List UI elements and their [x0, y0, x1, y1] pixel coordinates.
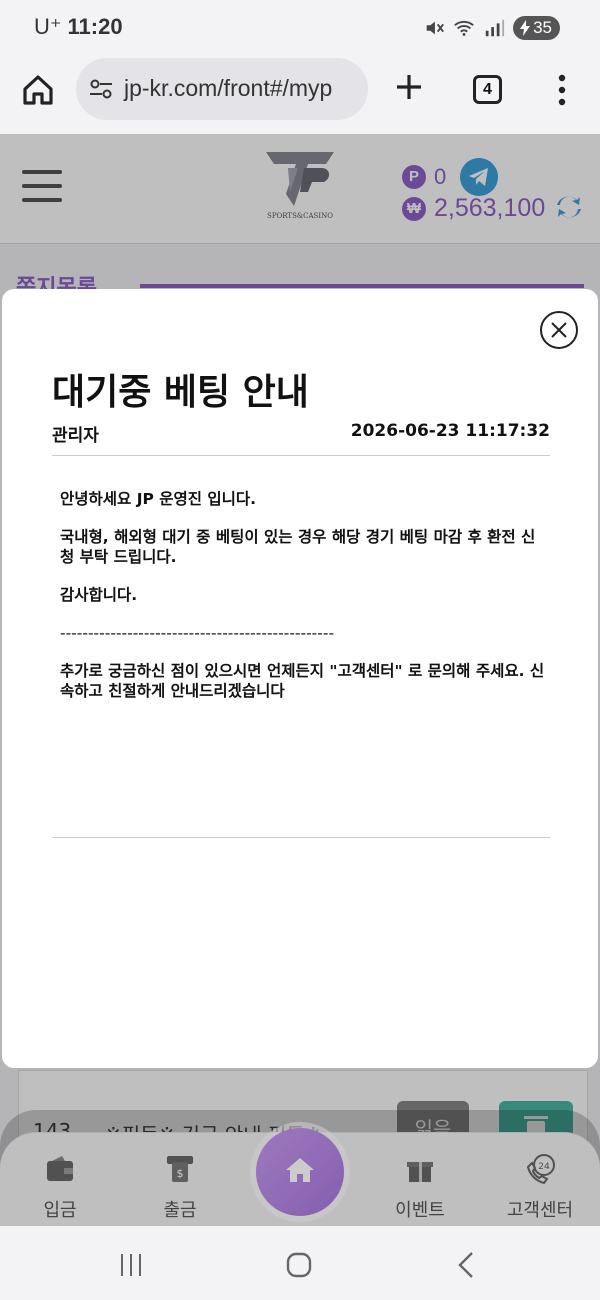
body-paragraph: 안녕하세요 JP 운영진 입니다.	[60, 490, 257, 508]
more-menu-icon[interactable]	[552, 72, 572, 108]
tab-switcher-button[interactable]: 4	[473, 75, 502, 104]
body-paragraph: 감사합니다.	[60, 586, 138, 604]
battery-level: 35	[533, 18, 552, 37]
author-label: 관리자	[52, 426, 99, 446]
post-datetime: 2026-06-23 11:17:32	[350, 421, 550, 441]
footer-divider	[52, 837, 550, 838]
status-left: U⁺ 11:20	[34, 14, 123, 40]
url-text[interactable]: jp-kr.com/front#/myp	[124, 75, 332, 102]
bottom-nav-dim	[0, 1110, 600, 1226]
system-home-icon[interactable]	[284, 1250, 314, 1280]
status-right: 35	[423, 16, 560, 40]
close-icon	[551, 322, 567, 338]
recent-apps-icon[interactable]	[116, 1250, 146, 1280]
status-bar: U⁺ 11:20 35	[0, 0, 600, 56]
modal-title: 대기중 베팅 안내	[52, 372, 309, 413]
browser-home-icon[interactable]	[20, 72, 56, 108]
signal-icon	[485, 19, 505, 37]
system-nav-bar	[0, 1226, 600, 1300]
close-button[interactable]	[540, 311, 578, 349]
body-paragraph: 추가로 궁금하신 점이 있으시면 언제든지 "고객센터" 로 문의해 주세요. …	[60, 662, 545, 700]
new-tab-icon[interactable]	[392, 70, 426, 104]
body-paragraph: 국내형, 해외형 대기 중 베팅이 있는 경우 해당 경기 베팅 마감 후 환전…	[60, 528, 536, 566]
mute-icon	[426, 21, 444, 35]
message-body: 안녕하세요 JP 운영진 입니다. 국내형, 해외형 대기 중 베팅이 있는 경…	[60, 489, 548, 719]
back-icon[interactable]	[452, 1250, 482, 1280]
wifi-icon	[454, 20, 474, 36]
body-separator: ----------------------------------------…	[60, 624, 335, 642]
battery-indicator: 35	[513, 16, 560, 40]
header-divider	[52, 455, 550, 456]
browser-toolbar: jp-kr.com/front#/myp 4	[0, 56, 600, 134]
carrier-label: U⁺	[34, 14, 62, 39]
charging-icon	[520, 20, 531, 36]
clock: 11:20	[67, 14, 123, 39]
address-bar[interactable]: jp-kr.com/front#/myp	[76, 58, 368, 120]
site-settings-icon[interactable]	[88, 76, 114, 102]
notice-modal: 대기중 베팅 안내 관리자 2026-06-23 11:17:32 안녕하세요 …	[2, 289, 598, 1068]
